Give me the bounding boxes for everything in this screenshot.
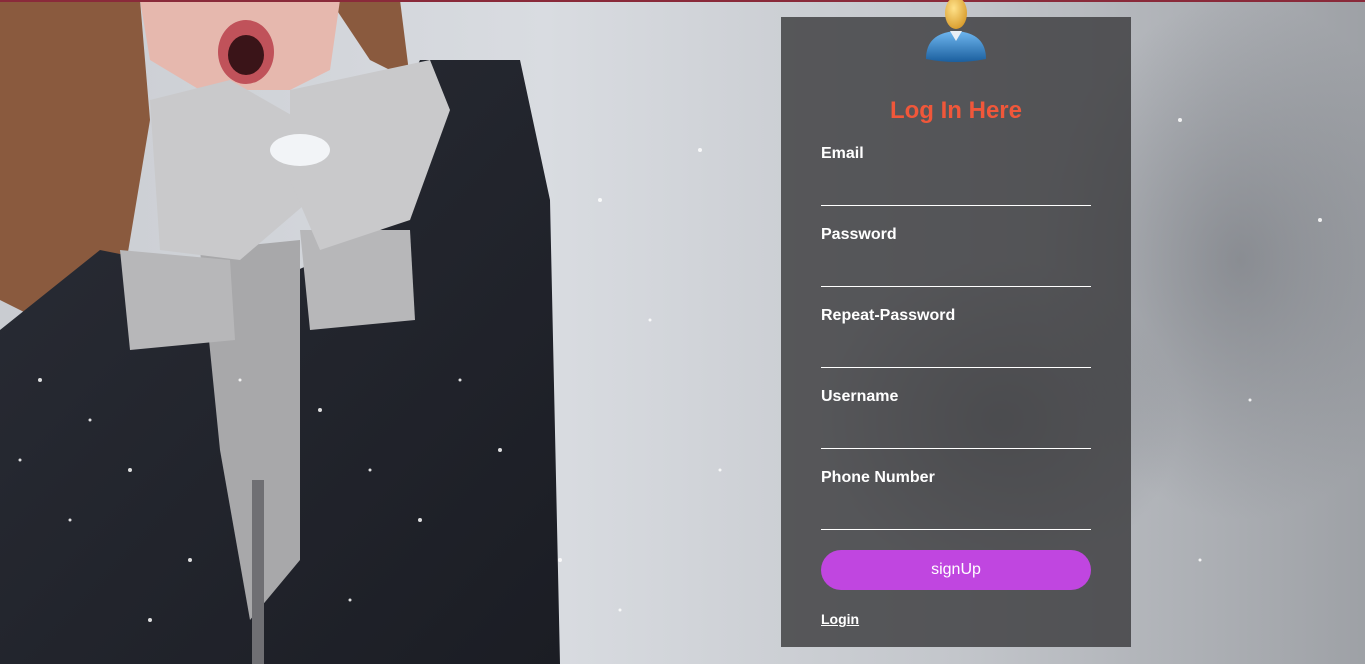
- phone-number-field[interactable]: [821, 503, 1091, 530]
- form-title: Log In Here: [889, 97, 1022, 124]
- username-label: Username: [821, 388, 899, 405]
- background-photo: [0, 0, 1365, 664]
- signup-button[interactable]: signUp: [821, 550, 1091, 590]
- password-label: Password: [821, 226, 897, 243]
- phone-number-label: Phone Number: [821, 469, 935, 486]
- password-field[interactable]: [821, 260, 1091, 287]
- top-border: [0, 0, 1365, 2]
- signup-form-card: Log In Here Email Password Repeat-Passwo…: [781, 0, 1131, 647]
- snow-girl-illustration: [0, 0, 1365, 664]
- user-avatar-icon: [926, 0, 986, 62]
- login-link[interactable]: Login: [821, 611, 859, 627]
- repeat-password-field[interactable]: [821, 341, 1091, 368]
- username-field[interactable]: [821, 422, 1091, 449]
- email-label: Email: [821, 145, 864, 162]
- repeat-password-label: Repeat-Password: [821, 307, 956, 324]
- email-field[interactable]: [821, 179, 1091, 206]
